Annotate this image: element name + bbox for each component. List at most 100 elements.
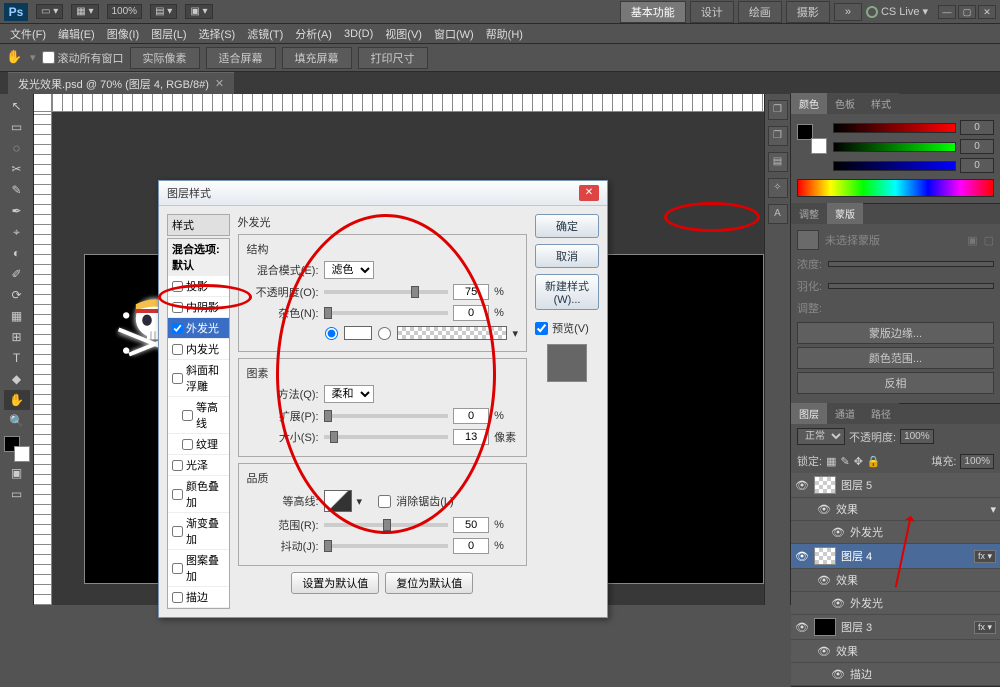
fill-screen-button[interactable]: 填充屏幕 <box>282 47 352 69</box>
print-size-button[interactable]: 打印尺寸 <box>358 47 428 69</box>
eye-icon[interactable]: 👁 <box>831 526 845 538</box>
style-pattern-overlay[interactable]: 图案叠加 <box>168 550 229 587</box>
window-max[interactable]: ▢ <box>958 5 976 19</box>
eye-icon[interactable]: 👁 <box>795 550 809 562</box>
set-default-button[interactable]: 设置为默认值 <box>291 572 379 594</box>
fx-badge[interactable]: fx ▾ <box>974 621 996 634</box>
gradient-swatch[interactable] <box>397 326 507 340</box>
panel-color-switcher[interactable] <box>797 124 827 154</box>
document-close-icon[interactable]: ✕ <box>215 77 224 90</box>
style-texture[interactable]: 纹理 <box>168 434 229 455</box>
opacity-input[interactable] <box>453 284 489 300</box>
noise-input[interactable] <box>453 305 489 321</box>
tool-quickmask[interactable]: ▣ <box>4 463 30 483</box>
style-check[interactable] <box>172 302 183 313</box>
zoom-dropdown[interactable]: 100% <box>107 4 143 19</box>
slider-b[interactable]: 0 <box>833 158 994 173</box>
mini-brush-icon[interactable]: ✧ <box>768 178 788 198</box>
window-min[interactable]: — <box>938 5 956 19</box>
jitter-input[interactable] <box>453 538 489 554</box>
eye-icon[interactable]: 👁 <box>831 668 845 680</box>
style-inner-glow[interactable]: 内发光 <box>168 339 229 360</box>
style-gradient-overlay[interactable]: 渐变叠加 <box>168 513 229 550</box>
lock-move-icon[interactable]: ✥ <box>854 455 863 468</box>
view-dropdown-2[interactable]: ▣ ▾ <box>185 4 212 19</box>
style-inner-shadow[interactable]: 内阴影 <box>168 297 229 318</box>
color-swatch[interactable] <box>344 326 372 340</box>
style-check[interactable] <box>172 323 183 334</box>
tool-eyedropper[interactable]: ✎ <box>4 180 30 200</box>
workspace-design[interactable]: 设计 <box>690 1 734 23</box>
blend-mode-dropdown[interactable]: 滤色 <box>324 261 374 279</box>
blend-mode-select[interactable]: 正常 <box>797 428 845 445</box>
window-close[interactable]: ✕ <box>978 5 996 19</box>
style-check[interactable] <box>172 344 183 355</box>
style-check[interactable] <box>182 439 193 450</box>
tool-brush[interactable]: ✒ <box>4 201 30 221</box>
tool-eraser[interactable]: ◐ <box>4 243 30 263</box>
style-bevel[interactable]: 斜面和浮雕 <box>168 360 229 397</box>
layer-fx-item[interactable]: 👁外发光 <box>791 521 1000 544</box>
panel-bg-color[interactable] <box>811 138 827 154</box>
layer-fx-item[interactable]: 👁描边 <box>791 663 1000 686</box>
style-check[interactable] <box>172 489 183 500</box>
actual-pixels-button[interactable]: 实际像素 <box>130 47 200 69</box>
style-outer-glow[interactable]: 外发光 <box>168 318 229 339</box>
fit-screen-button[interactable]: 适合屏幕 <box>206 47 276 69</box>
workspace-photo[interactable]: 摄影 <box>786 1 830 23</box>
noise-slider[interactable] <box>324 311 449 315</box>
menu-image[interactable]: 图像(I) <box>101 24 145 44</box>
menu-edit[interactable]: 编辑(E) <box>52 24 101 44</box>
style-satin[interactable]: 光泽 <box>168 455 229 476</box>
lock-paint-icon[interactable]: ✎ <box>840 455 849 468</box>
opacity-value[interactable]: 100% <box>900 429 934 444</box>
background-color[interactable] <box>14 446 30 462</box>
layer-fx-item[interactable]: 👁外发光 <box>791 592 1000 615</box>
technique-dropdown[interactable]: 柔和 <box>324 385 374 403</box>
dialog-close-button[interactable]: ✕ <box>579 185 599 201</box>
color-radio[interactable] <box>325 327 338 340</box>
tab-layers[interactable]: 图层 <box>791 403 827 424</box>
lock-all-icon[interactable]: 🔒 <box>867 455 881 468</box>
eye-icon[interactable]: 👁 <box>795 621 809 633</box>
style-check[interactable] <box>172 460 183 471</box>
tool-zoom[interactable]: 🔍 <box>4 411 30 431</box>
tool-lasso[interactable]: ◌ <box>4 138 30 158</box>
scroll-all-check[interactable]: 滚动所有窗口 <box>42 50 124 66</box>
tool-hand[interactable]: ✋ <box>4 390 30 410</box>
slider-g[interactable]: 0 <box>833 139 994 154</box>
range-input[interactable] <box>453 517 489 533</box>
gradient-radio[interactable] <box>378 327 391 340</box>
title-menu-2[interactable]: ▦ ▾ <box>71 4 98 19</box>
fill-value[interactable]: 100% <box>960 454 994 469</box>
color-switcher[interactable] <box>4 436 30 462</box>
cslive-button[interactable]: CS Live ▾ <box>866 5 928 18</box>
preview-check[interactable]: 预览(V) <box>535 320 599 336</box>
eye-icon[interactable]: 👁 <box>831 597 845 609</box>
tool-gradient[interactable]: ✐ <box>4 264 30 284</box>
eye-icon[interactable]: 👁 <box>795 479 809 491</box>
new-style-button[interactable]: 新建样式(W)... <box>535 274 599 310</box>
menu-layer[interactable]: 图层(L) <box>145 24 192 44</box>
range-slider[interactable] <box>324 523 449 527</box>
title-menu-1[interactable]: ▭ ▾ <box>36 4 63 19</box>
vector-mask-icon[interactable]: ▢ <box>984 234 994 247</box>
menu-help[interactable]: 帮助(H) <box>480 24 529 44</box>
spread-input[interactable] <box>453 408 489 424</box>
layer-fx-row[interactable]: 👁效果 <box>791 569 1000 592</box>
workspace-paint[interactable]: 绘画 <box>738 1 782 23</box>
menu-analysis[interactable]: 分析(A) <box>289 24 338 44</box>
color-range-button[interactable]: 颜色范围... <box>797 347 994 369</box>
layer-fx-row[interactable]: 👁效果 <box>791 640 1000 663</box>
workspace-basic[interactable]: 基本功能 <box>620 1 686 23</box>
tool-stamp[interactable]: ⌖ <box>4 222 30 242</box>
menu-filter[interactable]: 滤镜(T) <box>241 24 289 44</box>
mini-char-icon[interactable]: A <box>768 204 788 224</box>
style-contour[interactable]: 等高线 <box>168 397 229 434</box>
style-check[interactable] <box>172 592 183 603</box>
contour-picker[interactable] <box>324 490 352 512</box>
tool-blur[interactable]: ⟳ <box>4 285 30 305</box>
style-drop-shadow[interactable]: 投影 <box>168 276 229 297</box>
tool-crop[interactable]: ✂ <box>4 159 30 179</box>
slider-r[interactable]: 0 <box>833 120 994 135</box>
